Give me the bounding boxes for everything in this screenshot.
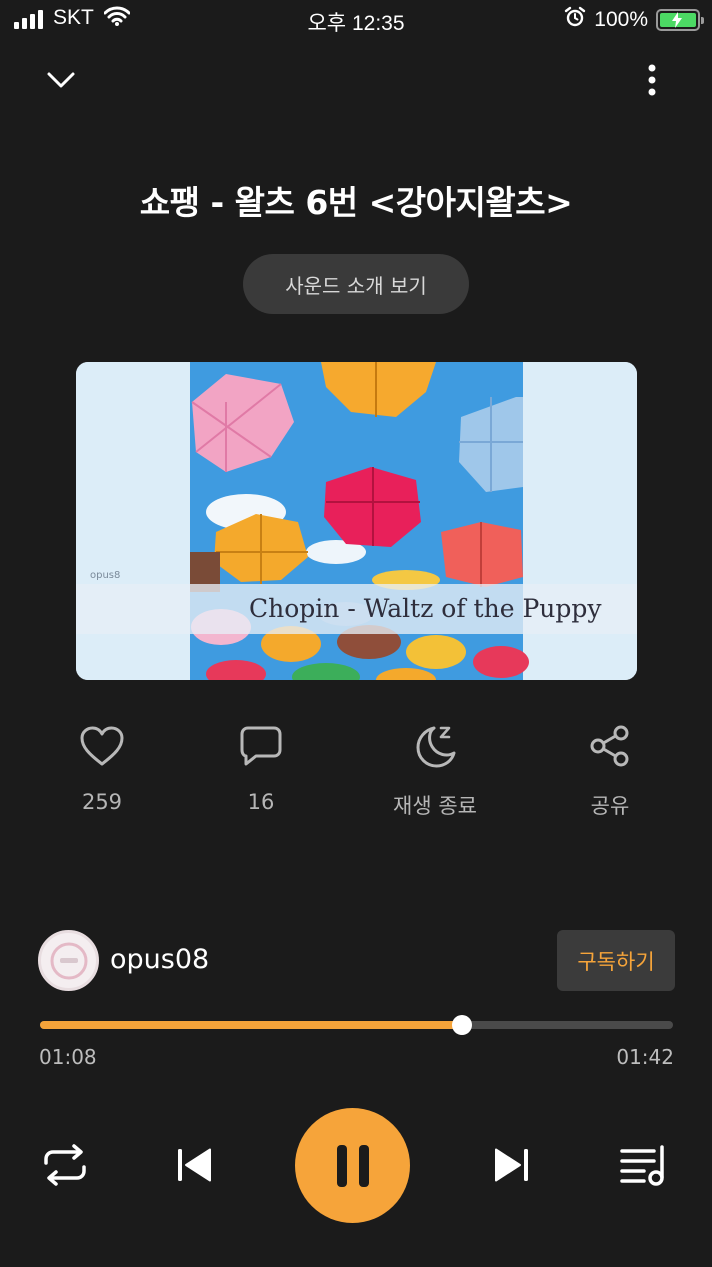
subscribe-button[interactable]: 구독하기 (557, 930, 675, 991)
status-right: 100% (564, 6, 704, 34)
share-label: 공유 (590, 794, 630, 818)
track-title: 쇼팽 - 왈츠 6번 <강아지왈츠> (139, 183, 573, 222)
current-time: 01:08 (39, 1045, 97, 1069)
playlist-button[interactable] (614, 1140, 672, 1190)
artist-name[interactable]: opus08 (110, 944, 209, 975)
umbrella-coral (441, 522, 523, 587)
more-vertical-icon (648, 64, 656, 96)
share-icon (588, 720, 632, 772)
battery-percent: 100% (594, 8, 648, 31)
avatar-logo-icon (50, 942, 87, 979)
pause-icon (336, 1144, 369, 1187)
album-watermark: opus8 (90, 570, 120, 581)
album-art: Chopin - Waltz of the Puppy opus8 (76, 362, 637, 680)
next-icon (495, 1148, 528, 1182)
collapse-button[interactable] (42, 62, 80, 98)
total-duration: 01:42 (616, 1045, 674, 1069)
sleep-timer-label: 재생 종료 (393, 794, 477, 818)
repeat-icon (44, 1144, 86, 1186)
pause-button[interactable] (295, 1108, 410, 1223)
share-button[interactable]: 공유 (540, 720, 680, 820)
progress-bar[interactable] (40, 1015, 673, 1035)
comment-button[interactable]: 16 (191, 720, 331, 814)
like-button[interactable]: 259 (32, 720, 172, 814)
previous-button[interactable] (170, 1142, 218, 1188)
like-count: 259 (81, 790, 123, 814)
sound-intro-button[interactable]: 사운드 소개 보기 (243, 254, 469, 314)
album-caption: Chopin - Waltz of the Puppy (249, 594, 602, 623)
avatar[interactable] (38, 930, 99, 991)
battery-icon (656, 9, 704, 31)
status-bar: SKT 오후 12:35 100% (0, 0, 712, 40)
more-options-button[interactable] (636, 60, 668, 100)
sleep-timer-button[interactable]: 재생 종료 (365, 720, 505, 820)
alarm-icon (564, 6, 586, 34)
chevron-down-icon (47, 72, 75, 88)
repeat-button[interactable] (38, 1140, 92, 1190)
progress-fill (40, 1021, 463, 1029)
previous-icon (178, 1148, 211, 1182)
heart-icon (79, 720, 125, 772)
player-screen: SKT 오후 12:35 100% 쇼팽 - 왈츠 6번 <강아지왈츠> 사운드… (0, 0, 712, 1267)
progress-handle[interactable] (452, 1015, 473, 1035)
playlist-icon (620, 1145, 664, 1186)
comment-icon (239, 720, 283, 772)
comment-count: 16 (247, 790, 275, 814)
next-button[interactable] (488, 1142, 536, 1188)
moon-sleep-icon (412, 720, 458, 772)
